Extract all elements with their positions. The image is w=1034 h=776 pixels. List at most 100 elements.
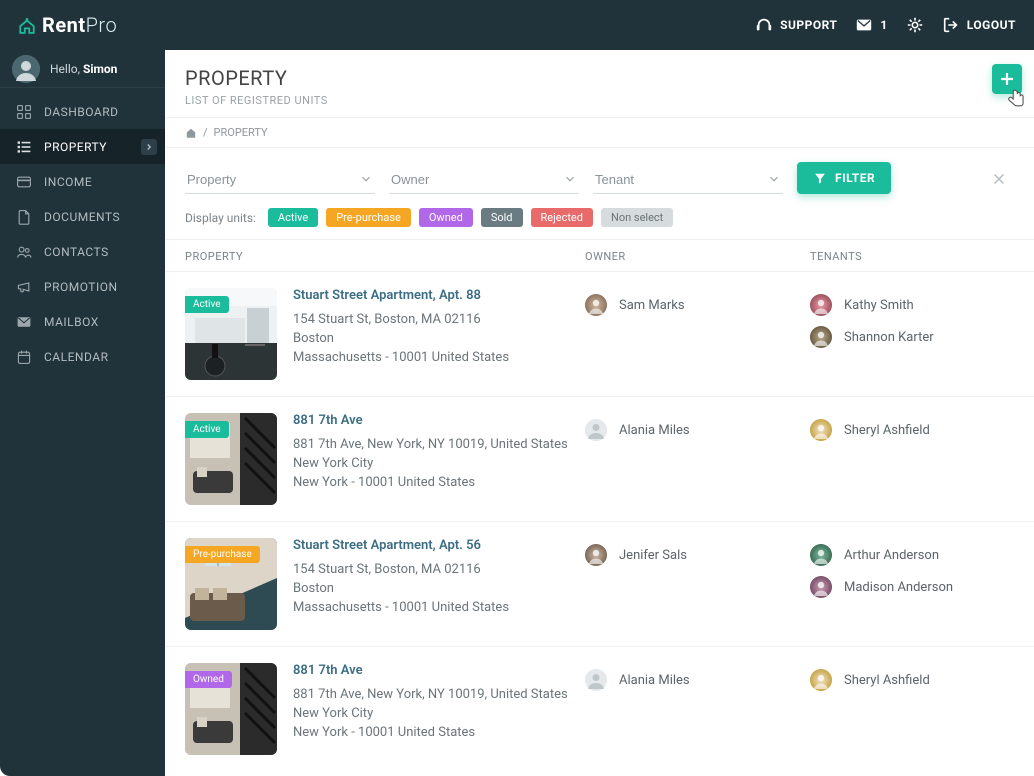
tenant-select[interactable]: [593, 164, 783, 194]
page-head: PROPERTY LIST OF REGISTRED UNITS: [165, 50, 1034, 117]
owner-name: Alania Miles: [619, 423, 690, 438]
tenant[interactable]: Shannon Karter: [810, 326, 1014, 348]
support-button[interactable]: SUPPORT: [755, 16, 837, 34]
tenant-name: Shannon Karter: [844, 330, 934, 345]
property-select[interactable]: [185, 164, 375, 194]
property-title[interactable]: Stuart Street Apartment, Apt. 56: [293, 538, 585, 553]
close-filter-button[interactable]: [984, 164, 1014, 194]
chip-active[interactable]: Active: [268, 208, 318, 227]
chevron-down-icon: [767, 172, 781, 186]
display-units-row: Display units: Active Pre-purchase Owned…: [165, 202, 1034, 239]
sidebar-item-label: PROPERTY: [44, 140, 107, 154]
user-row[interactable]: Hello, Simon: [0, 50, 165, 88]
property-thumbnail[interactable]: Owned: [185, 663, 277, 755]
owner-name: Sam Marks: [619, 298, 685, 313]
avatar: [12, 55, 40, 83]
sidebar: Hello, Simon DASHBOARD PROPERTY INCOMEDOCU…: [0, 50, 165, 776]
logout-button[interactable]: LOGOUT: [942, 16, 1016, 34]
table-row[interactable]: Active Stuart Street Apartment, Apt. 88 …: [165, 271, 1034, 396]
grid-icon: [16, 104, 32, 120]
tenants: Sheryl Ashfield: [810, 663, 1014, 755]
sidebar-item-mailbox[interactable]: MAILBOX: [0, 304, 165, 339]
property-address-3: Massachusetts - 10001 United States: [293, 349, 585, 368]
sidebar-item-dashboard[interactable]: DASHBOARD: [0, 94, 165, 129]
owner-select[interactable]: [389, 164, 579, 194]
tenant-select-value[interactable]: [593, 164, 783, 194]
tenant-name: Sheryl Ashfield: [844, 673, 930, 688]
owner[interactable]: Alania Miles: [585, 419, 810, 441]
tenant[interactable]: Madison Anderson: [810, 576, 1014, 598]
property-select-value[interactable]: [185, 164, 375, 194]
sidebar-item-property[interactable]: PROPERTY: [0, 129, 165, 164]
property-address-2: New York City: [293, 705, 585, 724]
table-row[interactable]: Pre-purchase Stuart Street Apartment, Ap…: [165, 521, 1034, 646]
tenant-name: Arthur Anderson: [844, 548, 939, 563]
chip-owned[interactable]: Owned: [419, 208, 473, 227]
support-label: SUPPORT: [780, 18, 837, 32]
sidebar-item-promotion[interactable]: PROMOTION: [0, 269, 165, 304]
tenant[interactable]: Sheryl Ashfield: [810, 669, 1014, 691]
property-thumbnail[interactable]: Active: [185, 288, 277, 380]
crumb-sep: /: [203, 126, 208, 139]
sidebar-item-income[interactable]: INCOME: [0, 164, 165, 199]
logout-label: LOGOUT: [967, 18, 1016, 32]
tenant[interactable]: Sheryl Ashfield: [810, 419, 1014, 441]
chip-nonselect[interactable]: Non select: [601, 208, 673, 227]
owner-select-value[interactable]: [389, 164, 579, 194]
chevron-down-icon: [563, 172, 577, 186]
sidebar-item-label: CALENDAR: [44, 350, 108, 364]
brand-b: Pro: [86, 13, 118, 37]
property-address-1: 154 Stuart St, Boston, MA 02116: [293, 311, 585, 330]
plus-icon: [997, 69, 1017, 89]
property-info: Stuart Street Apartment, Apt. 88 154 Stu…: [293, 288, 585, 380]
property-thumbnail[interactable]: Pre-purchase: [185, 538, 277, 630]
mega-icon: [16, 279, 32, 295]
owner-name: Alania Miles: [619, 673, 690, 688]
sidebar-item-label: MAILBOX: [44, 315, 99, 329]
avatar: [810, 669, 832, 691]
headset-icon: [755, 16, 773, 34]
add-property-button[interactable]: [992, 64, 1022, 94]
property-title[interactable]: Stuart Street Apartment, Apt. 88: [293, 288, 585, 303]
filter-button[interactable]: FILTER: [797, 162, 891, 194]
page-subtitle: LIST OF REGISTRED UNITS: [185, 94, 1014, 107]
property-title[interactable]: 881 7th Ave: [293, 663, 585, 678]
chip-rejected[interactable]: Rejected: [531, 208, 593, 227]
hello-text: Hello,: [50, 62, 80, 76]
avatar: [585, 544, 607, 566]
chip-prepurchase[interactable]: Pre-purchase: [326, 208, 411, 227]
card-icon: [16, 174, 32, 190]
owner[interactable]: Sam Marks: [585, 294, 810, 316]
sidebar-item-documents[interactable]: DOCUMENTS: [0, 199, 165, 234]
owner[interactable]: Jenifer Sals: [585, 544, 810, 566]
close-icon: [990, 170, 1008, 188]
table-row[interactable]: Owned 881 7th Ave 881 7th Ave, New York,…: [165, 646, 1034, 771]
property-info: 881 7th Ave 881 7th Ave, New York, NY 10…: [293, 663, 585, 755]
mail-icon: [855, 16, 873, 34]
property-address-3: Massachusetts - 10001 United States: [293, 599, 585, 618]
owners: Alania Miles: [585, 663, 810, 755]
table-row[interactable]: Active 881 7th Ave 881 7th Ave, New York…: [165, 396, 1034, 521]
owner[interactable]: Alania Miles: [585, 669, 810, 691]
app-logo[interactable]: RentPro: [0, 0, 165, 50]
owners: Alania Miles: [585, 413, 810, 505]
property-address-3: New York - 10001 United States: [293, 474, 585, 493]
mail-button[interactable]: 1: [855, 16, 887, 34]
filter-label: FILTER: [835, 171, 875, 185]
property-thumbnail[interactable]: Active: [185, 413, 277, 505]
col-property: PROPERTY: [185, 250, 585, 263]
sidebar-item-calendar[interactable]: CALENDAR: [0, 339, 165, 374]
settings-button[interactable]: [906, 16, 924, 34]
property-title[interactable]: 881 7th Ave: [293, 413, 585, 428]
sidebar-item-contacts[interactable]: CONTACTS: [0, 234, 165, 269]
sidebar-item-label: CONTACTS: [44, 245, 109, 259]
top-actions: SUPPORT 1 LOGOUT: [755, 16, 1034, 34]
tenant[interactable]: Arthur Anderson: [810, 544, 1014, 566]
avatar: [810, 294, 832, 316]
property-address-2: Boston: [293, 580, 585, 599]
chip-sold[interactable]: Sold: [481, 208, 523, 227]
tenant[interactable]: Kathy Smith: [810, 294, 1014, 316]
avatar: [585, 669, 607, 691]
home-icon[interactable]: [185, 127, 197, 139]
filter-bar: FILTER: [165, 148, 1034, 202]
